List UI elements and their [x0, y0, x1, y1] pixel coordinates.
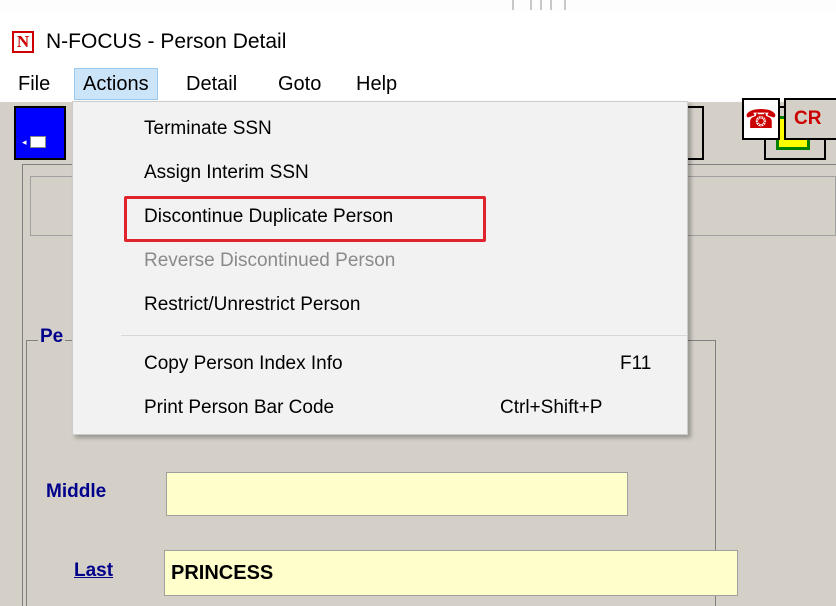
menu-file[interactable]: File: [10, 68, 58, 100]
title-bar: N N-FOCUS - Person Detail: [0, 22, 836, 62]
menu-detail[interactable]: Detail: [178, 68, 245, 100]
phone-icon: ☎: [744, 104, 778, 134]
actions-dropdown-menu: Terminate SSN Assign Interim SSN Discont…: [72, 101, 688, 435]
strip-tick: [530, 0, 532, 10]
menu-item-reverse-discontinued-person: Reverse Discontinued Person: [74, 244, 686, 278]
menu-item-shortcut: Ctrl+Shift+P: [500, 397, 603, 418]
strip-tick: [512, 0, 514, 10]
menu-item-print-person-bar-code[interactable]: Print Person Bar Code Ctrl+Shift+P: [74, 391, 686, 425]
window-title: N-FOCUS - Person Detail: [46, 30, 287, 53]
person-group-label: Pe: [38, 326, 66, 348]
menu-separator: [121, 335, 687, 336]
menu-item-label: Copy Person Index Info: [144, 353, 343, 374]
menu-item-label: Restrict/Unrestrict Person: [144, 294, 361, 315]
background-window-strip: [0, 0, 836, 12]
menu-item-label: Reverse Discontinued Person: [144, 250, 396, 271]
strip-tick: [550, 0, 552, 10]
menu-item-label: Assign Interim SSN: [144, 162, 309, 183]
strip-tick: [564, 0, 566, 10]
menu-help[interactable]: Help: [348, 68, 405, 100]
toolbar-window-button[interactable]: ◂: [14, 106, 66, 160]
menu-goto[interactable]: Goto: [270, 68, 329, 100]
middle-label: Middle: [46, 481, 107, 502]
menu-actions[interactable]: Actions: [74, 68, 158, 100]
menu-item-restrict-unrestrict-person[interactable]: Restrict/Unrestrict Person: [74, 288, 686, 322]
last-name-field[interactable]: PRINCESS: [164, 550, 738, 596]
cr-button[interactable]: CR: [784, 98, 836, 140]
menu-item-label: Terminate SSN: [144, 118, 272, 139]
menu-item-copy-person-index-info[interactable]: Copy Person Index Info F11: [74, 347, 686, 381]
menu-item-label: Print Person Bar Code: [144, 397, 335, 418]
middle-name-field[interactable]: [166, 472, 628, 516]
menu-item-shortcut: F11: [620, 353, 652, 374]
window-mini-icon: [30, 136, 46, 148]
window-icon: ◂: [22, 137, 27, 147]
strip-tick: [540, 0, 542, 10]
app-n-icon: N: [12, 31, 34, 53]
menu-item-terminate-ssn[interactable]: Terminate SSN: [74, 112, 686, 146]
menu-bar: File Actions Detail Goto Help: [0, 64, 836, 102]
phone-icon-button[interactable]: ☎: [742, 98, 780, 140]
menu-item-assign-interim-ssn[interactable]: Assign Interim SSN: [74, 156, 686, 190]
last-label-link[interactable]: Last: [74, 560, 113, 582]
highlight-annotation-box: [124, 196, 486, 242]
